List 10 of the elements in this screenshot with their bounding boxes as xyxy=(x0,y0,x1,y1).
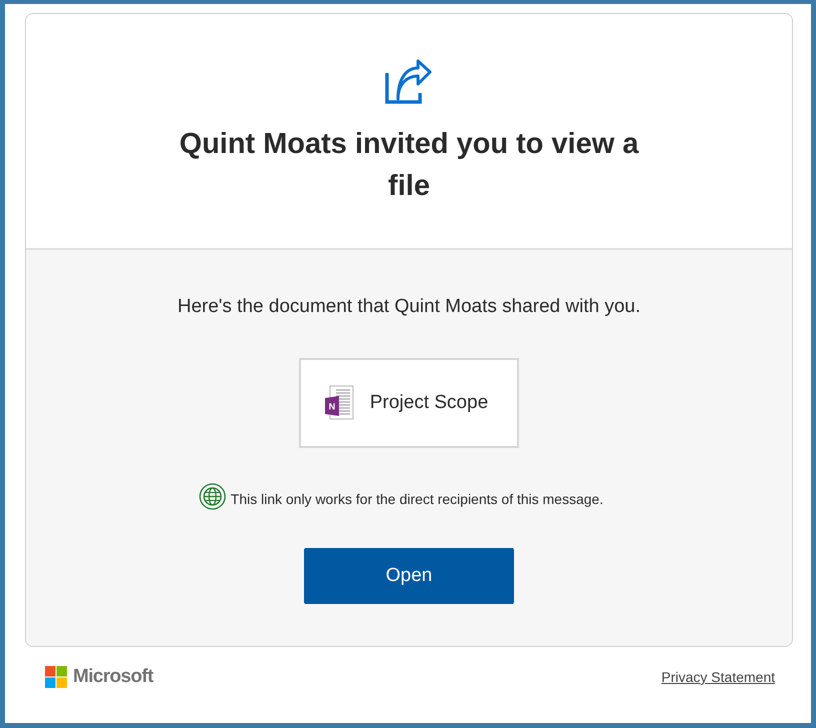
privacy-link[interactable]: Privacy Statement xyxy=(661,669,775,685)
file-card[interactable]: N Project Scope xyxy=(299,358,519,448)
four-squares-logo-icon xyxy=(45,666,67,688)
globe-icon xyxy=(198,483,226,510)
recipients-notice: This link only works for the direct recipients of this message. xyxy=(230,490,604,506)
brand-name: Microsoft xyxy=(73,666,154,688)
open-button[interactable]: Open xyxy=(304,548,514,604)
share-icon xyxy=(384,59,434,105)
invitation-title: Quint Moats invited you to view a file xyxy=(178,127,640,204)
shared-message: Here's the document that Quint Moats shared with you. xyxy=(177,296,641,318)
